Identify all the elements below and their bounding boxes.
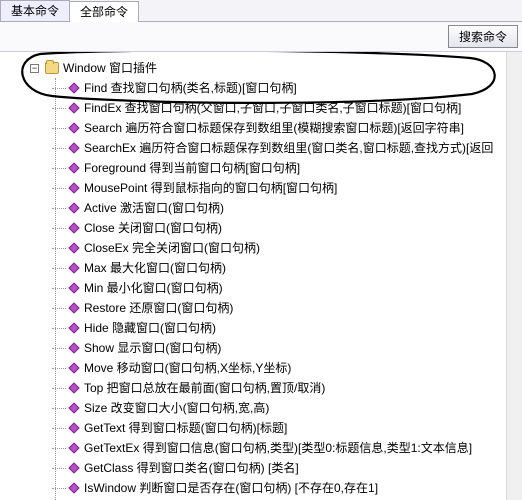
- tab-basic[interactable]: 基本命令: [0, 0, 70, 21]
- method-icon: [68, 442, 79, 453]
- tree-item[interactable]: Show 显示窗口(窗口句柄): [70, 338, 522, 358]
- tree-item[interactable]: MousePoint 得到鼠标指向的窗口句柄[窗口句柄]: [70, 178, 522, 198]
- tree-item-label: Foreground 得到当前窗口句柄[窗口句柄]: [84, 158, 300, 178]
- vertical-scrollbar[interactable]: [506, 52, 522, 500]
- tree-panel: − Window 窗口插件 Find 查找窗口句柄(类名,标题)[窗口句柄]Fi…: [0, 52, 522, 500]
- tree-item-label: Find 查找窗口句柄(类名,标题)[窗口句柄]: [84, 78, 297, 98]
- tree-item-label: Restore 还原窗口(窗口句柄): [84, 298, 233, 318]
- tab-all[interactable]: 全部命令: [69, 1, 139, 22]
- tree-item[interactable]: FindEx 查找窗口句柄(父窗口,子窗口,子窗口类名,子窗口标题)[窗口句柄]: [70, 98, 522, 118]
- tree-item[interactable]: GetClass 得到窗口类名(窗口句柄) [类名]: [70, 458, 522, 478]
- tree-item-label: SearchEx 遍历符合窗口标题保存到数组里(窗口类名,窗口标题,查找方式)[…: [84, 138, 493, 158]
- tree-item-label: GetText 得到窗口标题(窗口句柄)[标题]: [84, 418, 287, 438]
- method-icon: [68, 162, 79, 173]
- method-icon: [68, 402, 79, 413]
- tree-item-label: Size 改变窗口大小(窗口句柄,宽,高): [84, 398, 269, 418]
- tree-item[interactable]: GetText 得到窗口标题(窗口句柄)[标题]: [70, 418, 522, 438]
- collapse-icon[interactable]: −: [30, 64, 39, 73]
- tree-item[interactable]: Move 移动窗口(窗口句柄,X坐标,Y坐标): [70, 358, 522, 378]
- command-tree: − Window 窗口插件 Find 查找窗口句柄(类名,标题)[窗口句柄]Fi…: [12, 58, 522, 500]
- method-icon: [68, 222, 79, 233]
- tree-item-label: Min 最小化窗口(窗口句柄): [84, 278, 223, 298]
- tree-item[interactable]: GetTextEx 得到窗口信息(窗口句柄,类型)[类型0:标题信息,类型1:文…: [70, 438, 522, 458]
- method-icon: [68, 282, 79, 293]
- tree-item-label: Show 显示窗口(窗口句柄): [84, 338, 221, 358]
- tree-item-label: MousePoint 得到鼠标指向的窗口句柄[窗口句柄]: [84, 178, 337, 198]
- method-icon: [68, 182, 79, 193]
- tree-item[interactable]: Hide 隐藏窗口(窗口句柄): [70, 318, 522, 338]
- tree-item-label: Hide 隐藏窗口(窗口句柄): [84, 318, 216, 338]
- method-icon: [68, 122, 79, 133]
- tree-item-label: Max 最大化窗口(窗口句柄): [84, 258, 226, 278]
- tree-item-label: Close 关闭窗口(窗口句柄): [84, 218, 222, 238]
- tree-item-label: GetTextEx 得到窗口信息(窗口句柄,类型)[类型0:标题信息,类型1:文…: [84, 438, 472, 458]
- tree-item-label: CloseEx 完全关闭窗口(窗口句柄): [84, 238, 260, 258]
- tree-root-window-plugin[interactable]: − Window 窗口插件: [12, 58, 522, 78]
- tree-item[interactable]: Restore 还原窗口(窗口句柄): [70, 298, 522, 318]
- tree-item[interactable]: IsWindow 判断窗口是否存在(窗口句柄) [不存在0,存在1]: [70, 478, 522, 498]
- method-icon: [68, 242, 79, 253]
- method-icon: [68, 462, 79, 473]
- tree-root-label: Window 窗口插件: [63, 58, 157, 78]
- toolbar: 搜索命令: [0, 22, 522, 52]
- tree-children: Find 查找窗口句柄(类名,标题)[窗口句柄]FindEx 查找窗口句柄(父窗…: [12, 78, 522, 500]
- tree-item-label: Top 把窗口总放在最前面(窗口句柄,置顶/取消): [84, 378, 325, 398]
- method-icon: [68, 202, 79, 213]
- method-icon: [68, 142, 79, 153]
- method-icon: [68, 262, 79, 273]
- tree-guide-line: [55, 78, 56, 500]
- tree-item-label: Active 激活窗口(窗口句柄): [84, 198, 224, 218]
- tab-bar: 基本命令 全部命令: [0, 0, 522, 22]
- tree-item-label: GetClass 得到窗口类名(窗口句柄) [类名]: [84, 458, 299, 478]
- tree-item[interactable]: Active 激活窗口(窗口句柄): [70, 198, 522, 218]
- tree-item[interactable]: Find 查找窗口句柄(类名,标题)[窗口句柄]: [70, 78, 522, 98]
- method-icon: [68, 322, 79, 333]
- tree-item[interactable]: Min 最小化窗口(窗口句柄): [70, 278, 522, 298]
- method-icon: [68, 482, 79, 493]
- tree-item[interactable]: Foreground 得到当前窗口句柄[窗口句柄]: [70, 158, 522, 178]
- tree-item[interactable]: Size 改变窗口大小(窗口句柄,宽,高): [70, 398, 522, 418]
- tree-item[interactable]: SearchEx 遍历符合窗口标题保存到数组里(窗口类名,窗口标题,查找方式)[…: [70, 138, 522, 158]
- search-commands-button[interactable]: 搜索命令: [448, 25, 518, 48]
- tree-item-label: IsWindow 判断窗口是否存在(窗口句柄) [不存在0,存在1]: [84, 478, 378, 498]
- method-icon: [68, 82, 79, 93]
- method-icon: [68, 342, 79, 353]
- method-icon: [68, 362, 79, 373]
- tree-item[interactable]: Top 把窗口总放在最前面(窗口句柄,置顶/取消): [70, 378, 522, 398]
- tree-item[interactable]: Max 最大化窗口(窗口句柄): [70, 258, 522, 278]
- tree-item[interactable]: Close 关闭窗口(窗口句柄): [70, 218, 522, 238]
- tree-item[interactable]: Search 遍历符合窗口标题保存到数组里(模糊搜索窗口标题)[返回字符串]: [70, 118, 522, 138]
- method-icon: [68, 382, 79, 393]
- tree-item[interactable]: CloseEx 完全关闭窗口(窗口句柄): [70, 238, 522, 258]
- tree-item-label: Search 遍历符合窗口标题保存到数组里(模糊搜索窗口标题)[返回字符串]: [84, 118, 464, 138]
- tree-item-label: FindEx 查找窗口句柄(父窗口,子窗口,子窗口类名,子窗口标题)[窗口句柄]: [84, 98, 461, 118]
- method-icon: [68, 422, 79, 433]
- method-icon: [68, 302, 79, 313]
- tree-item-label: Move 移动窗口(窗口句柄,X坐标,Y坐标): [84, 358, 291, 378]
- folder-icon: [45, 62, 59, 74]
- method-icon: [68, 102, 79, 113]
